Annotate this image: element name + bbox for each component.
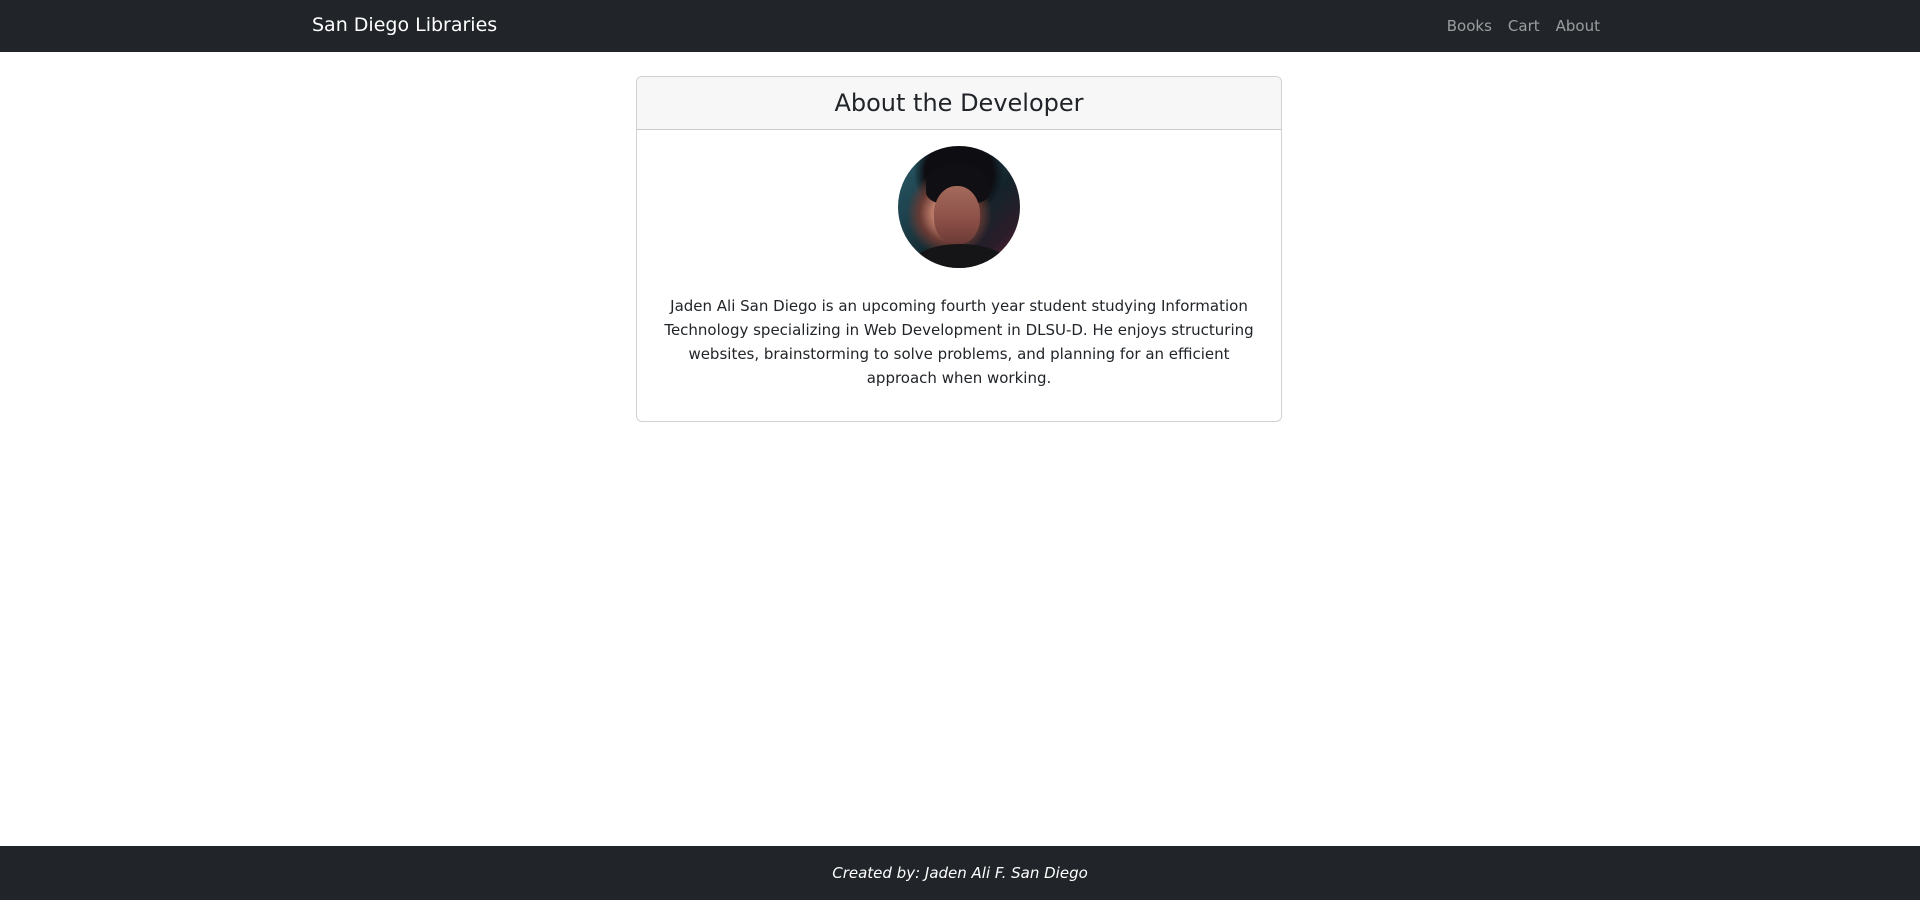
avatar-shirt <box>912 244 1008 268</box>
developer-avatar <box>898 146 1020 268</box>
nav-link-books[interactable]: Books <box>1447 17 1492 35</box>
brand-link[interactable]: San Diego Libraries <box>312 0 497 52</box>
card-header: About the Developer <box>637 77 1281 130</box>
footer-credit: Created by: Jaden Ali F. San Diego <box>832 864 1088 882</box>
avatar-face <box>934 186 980 244</box>
about-card: About the Developer Jaden Ali San Diego … <box>636 76 1282 422</box>
navbar: San Diego Libraries Books Cart About <box>0 0 1920 52</box>
nav-links: Books Cart About <box>1447 0 1600 52</box>
nav-link-cart[interactable]: Cart <box>1508 17 1540 35</box>
card-body: Jaden Ali San Diego is an upcoming fourt… <box>637 130 1281 390</box>
page-title: About the Developer <box>834 89 1084 117</box>
nav-link-about[interactable]: About <box>1556 17 1600 35</box>
developer-bio: Jaden Ali San Diego is an upcoming fourt… <box>664 297 1254 387</box>
footer: Created by: Jaden Ali F. San Diego <box>0 846 1920 900</box>
